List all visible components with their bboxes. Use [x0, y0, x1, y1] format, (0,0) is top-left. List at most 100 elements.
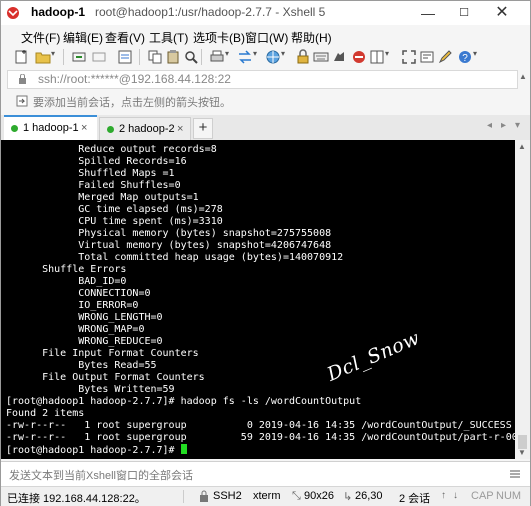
sessions-down-icon[interactable]: ↓	[453, 490, 458, 501]
lock-icon	[19, 74, 26, 84]
tab-close-icon[interactable]: ×	[177, 118, 183, 140]
scroll-up-icon[interactable]: ▲	[518, 142, 526, 151]
terminal-line: Failed Shuffles=0	[6, 180, 181, 191]
protocol-status: SSH2	[213, 490, 242, 502]
menu-help[interactable]: 帮助(H)	[291, 29, 332, 46]
terminal-cursor	[180, 444, 187, 454]
menu-window[interactable]: 窗口(W)	[245, 29, 288, 46]
open-folder-icon[interactable]	[35, 49, 51, 65]
tab-scroll-left-icon[interactable]: ◂	[487, 120, 492, 131]
layout-dropdown-icon[interactable]: ▾	[385, 49, 401, 65]
tab-close-icon[interactable]: ×	[81, 117, 87, 139]
fullscreen-icon[interactable]	[401, 49, 417, 65]
caps-lock-status: CAP	[471, 490, 494, 502]
terminal-line: WRONG_LENGTH=0	[6, 312, 163, 323]
xshell-logo-icon	[7, 7, 19, 19]
toolbar-separator	[201, 49, 202, 65]
terminal-command-line: [root@hadoop1 hadoop-2.7.7]# hadoop fs -…	[6, 396, 362, 407]
layout-icon[interactable]	[369, 49, 385, 65]
toolbar-separator	[139, 49, 140, 65]
terminal-line: Bytes Written=59	[6, 384, 175, 395]
window-title: hadoop-1	[31, 5, 85, 19]
menu-edit[interactable]: 编辑(E)	[63, 29, 103, 46]
terminal-type-status: xterm	[253, 490, 281, 502]
terminal-line: -rw-r--r-- 1 root supergroup 0 2019-04-1…	[6, 420, 512, 431]
terminal-line: CPU time spent (ms)=3310	[6, 216, 223, 227]
compose-input[interactable]: 发送文本到当前Xshell窗口的全部会话	[9, 467, 193, 483]
terminal-line: WRONG_REDUCE=0	[6, 336, 163, 347]
terminal-line: Spilled Records=16	[6, 156, 187, 167]
menu-view[interactable]: 查看(V)	[105, 29, 145, 46]
close-button[interactable]: ✕	[479, 1, 525, 25]
scrollbar-thumb[interactable]	[518, 435, 527, 449]
connection-status: 已连接 192.168.44.128:22。	[7, 493, 146, 505]
compose-bar[interactable]: 发送文本到当前Xshell窗口的全部会话	[1, 461, 530, 486]
tab-hadoop-1[interactable]: 1 hadoop-1 ×	[4, 115, 97, 142]
open-dropdown-icon[interactable]: ▾	[51, 49, 67, 65]
new-tab-button[interactable]: +	[193, 118, 213, 139]
hint-bar: 要添加当前会话，点击左侧的箭头按钮。	[1, 90, 530, 112]
xshell-window: hadoop-1 root@hadoop1:/usr/hadoop-2.7.7 …	[0, 0, 531, 506]
print-icon[interactable]	[209, 49, 225, 65]
tab-scroll-right-icon[interactable]: ▸	[501, 120, 506, 131]
terminal-line: Bytes Read=55	[6, 360, 157, 371]
keyboard-icon[interactable]	[313, 49, 329, 65]
tab-list-menu-icon[interactable]: ▾	[515, 120, 520, 131]
compose-icon[interactable]	[419, 49, 435, 65]
watermark-text: Dcl_Snow	[324, 326, 424, 386]
address-bar[interactable]: ssh://root:******@192.168.44.128:22	[7, 70, 518, 89]
paste-icon[interactable]	[165, 49, 181, 65]
scroll-down-icon[interactable]: ▼	[518, 448, 526, 457]
shell-prompt: [root@hadoop1 hadoop-2.7.7]#	[6, 445, 181, 456]
status-bar: 已连接 192.168.44.128:22。 SSH2 xterm ⤡ 90x2…	[1, 486, 530, 506]
properties-icon[interactable]	[117, 49, 133, 65]
cursor-icon: ↳	[343, 491, 353, 503]
terminal-line: IO_ERROR=0	[6, 300, 139, 311]
address-text: ssh://root:******@192.168.44.128:22	[38, 72, 231, 86]
edit-icon[interactable]	[437, 49, 453, 65]
terminal-line: Found 2 items	[6, 408, 85, 419]
terminal-prompt-line: [root@hadoop1 hadoop-2.7.7]#	[6, 444, 187, 457]
terminal-line: Reduce output records=8	[6, 144, 217, 155]
arrow-icon[interactable]	[16, 95, 28, 107]
lock-icon	[200, 490, 208, 502]
xftp-icon[interactable]	[351, 49, 367, 65]
terminal-line: Merged Map outputs=1	[6, 192, 199, 203]
help-dropdown-icon[interactable]: ▾	[473, 49, 489, 65]
connect-icon[interactable]	[71, 49, 87, 65]
copy-icon[interactable]	[147, 49, 163, 65]
menu-tools[interactable]: 工具(T)	[149, 29, 188, 46]
disconnect-icon[interactable]	[91, 49, 107, 65]
new-session-icon[interactable]	[13, 49, 29, 65]
menu-icon[interactable]	[509, 468, 521, 480]
script-icon[interactable]	[331, 49, 347, 65]
resize-icon: ⤡	[292, 490, 301, 502]
tab-label: 2 hadoop-2	[119, 123, 175, 135]
terminal-line: Physical memory (bytes) snapshot=2757550…	[6, 228, 332, 239]
menu-file[interactable]: 文件(F)	[21, 29, 60, 46]
cursor-position-status: 26,30	[355, 490, 383, 502]
tab-hadoop-2[interactable]: 2 hadoop-2 ×	[99, 117, 191, 141]
svg-text:?: ?	[462, 53, 468, 64]
title-bar: hadoop-1 root@hadoop1:/usr/hadoop-2.7.7 …	[1, 1, 530, 25]
transfer-icon[interactable]	[237, 49, 253, 65]
address-history-up-icon[interactable]: ▲	[517, 70, 529, 84]
lock-icon[interactable]	[295, 49, 311, 65]
menu-bar: 文件(F) 编辑(E) 查看(V) 工具(T) 选项卡(B) 窗口(W) 帮助(…	[1, 25, 530, 47]
terminal-line: File Input Format Counters	[6, 348, 199, 359]
find-icon[interactable]	[183, 49, 199, 65]
connected-status-icon	[11, 125, 18, 132]
terminal-line: -rw-r--r-- 1 root supergroup 59 2019-04-…	[6, 432, 515, 443]
terminal-line: CONNECTION=0	[6, 288, 151, 299]
hint-text: 要添加当前会话，点击左侧的箭头按钮。	[33, 97, 231, 109]
menu-tabs[interactable]: 选项卡(B)	[193, 29, 245, 46]
globe-icon[interactable]	[265, 49, 281, 65]
help-icon[interactable]: ?	[457, 49, 473, 65]
terminal-line: Total committed heap usage (bytes)=14007…	[6, 252, 344, 263]
terminal-line: Shuffle Errors	[6, 264, 127, 275]
connected-status-icon	[107, 126, 114, 133]
terminal-output[interactable]: Reduce output records=8 Spilled Records=…	[1, 140, 515, 459]
sessions-up-icon[interactable]: ↑	[441, 490, 446, 501]
terminal-scrollbar[interactable]: ▲ ▼	[515, 140, 530, 459]
terminal-line: GC time elapsed (ms)=278	[6, 204, 223, 215]
